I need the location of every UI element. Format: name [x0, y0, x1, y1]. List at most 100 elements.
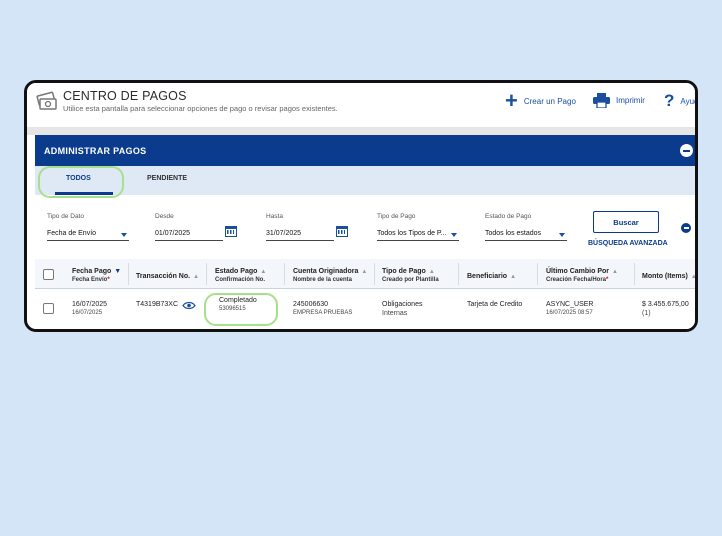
cell-fecha-pago-value: 16/07/2025: [72, 301, 108, 308]
calendar-icon[interactable]: [225, 226, 237, 237]
filter-tipo-pago-label: Tipo de Pago: [377, 213, 416, 220]
field-underline: [47, 240, 129, 241]
col-monto-label: Monto (Items): [642, 273, 688, 280]
cell-fecha-pago: 16/07/2025 16/07/2025: [72, 301, 107, 316]
sort-icon: ▲: [690, 274, 697, 280]
col-tipo-pago[interactable]: Tipo de Pago ▲ Creado por Plantilla: [382, 268, 439, 283]
print-button[interactable]: Imprimir: [593, 93, 645, 108]
manage-payments-panel: ADMINISTRAR PAGOS TODOS PENDIENTE Tipo d…: [35, 135, 697, 329]
column-divider: [634, 263, 635, 285]
field-underline: [266, 240, 334, 241]
col-cuenta[interactable]: Cuenta Originadora ▲ Nombre de la cuenta: [293, 268, 367, 283]
cell-beneficiario: Tarjeta de Credito: [467, 301, 523, 308]
cell-ultimo-cambio-value: ASYNC_USER: [546, 301, 594, 308]
filter-tipo-pago[interactable]: Tipo de Pago Todos los Tipos de P...: [377, 213, 459, 241]
help-icon: ?: [664, 91, 675, 110]
col-beneficiario[interactable]: Beneficiario ▲: [467, 273, 516, 280]
column-divider: [537, 263, 538, 285]
col-creacion-text: Creación Fecha/Hora: [546, 277, 607, 283]
col-cuenta-label: Cuenta Originadora: [293, 268, 359, 275]
cell-tipo-pago: Obligaciones Internas: [382, 301, 422, 317]
filter-desde-label: Desde: [155, 213, 174, 220]
create-payment-button[interactable]: + Crear un Pago: [505, 88, 576, 113]
filter-hasta-value: 31/07/2025: [266, 230, 302, 237]
sort-icon: ▲: [428, 269, 435, 275]
sort-icon: ▲: [612, 269, 618, 275]
panel-header: ADMINISTRAR PAGOS: [35, 135, 695, 166]
filter-tipo-dato[interactable]: Tipo de Dato Fecha de Envío: [47, 213, 129, 241]
col-fecha-pago[interactable]: Fecha Pago ▼ Fecha Envío*: [72, 268, 121, 283]
col-estado-pago[interactable]: Estado Pago ▲ Confirmación No.: [215, 268, 266, 283]
cell-nombre-cuenta-value: EMPRESA PRUEBAS: [293, 310, 353, 316]
col-confirmacion-label: Confirmación No.: [215, 277, 266, 283]
col-tipo-pago-label: Tipo de Pago: [382, 268, 426, 275]
collapse-filters-icon[interactable]: [681, 223, 691, 233]
advanced-search-link[interactable]: BÚSQUEDA AVANZADA: [588, 240, 668, 247]
calendar-icon[interactable]: [336, 226, 348, 237]
help-button[interactable]: ? Ayuda: [664, 91, 695, 110]
filter-estado-pago-label: Estado de Pago: [485, 213, 532, 220]
field-underline: [155, 240, 223, 241]
cell-monto-value: $ 3.455.675,00: [642, 301, 689, 308]
column-divider: [374, 263, 375, 285]
header-divider: [27, 127, 695, 135]
sort-icon: ▲: [510, 274, 517, 280]
column-divider: [128, 263, 129, 285]
table-row[interactable]: 16/07/2025 16/07/2025 T4319B73XC Complet…: [35, 289, 695, 329]
col-monto[interactable]: Monto (Items) ▲: [642, 273, 697, 280]
sort-icon: ▲: [193, 274, 200, 280]
filter-estado-pago-value: Todos los estados: [485, 230, 542, 237]
tab-pendiente[interactable]: PENDIENTE: [147, 175, 187, 182]
column-divider: [458, 263, 459, 285]
cell-creacion-value: 16/07/2025 08:57: [546, 310, 593, 316]
cell-cuenta: 245006630 EMPRESA PRUEBAS: [293, 301, 352, 316]
help-label: Ayuda: [680, 96, 695, 106]
cell-confirmacion-value: 53096515: [219, 306, 246, 312]
print-label: Imprimir: [616, 96, 645, 105]
page-subtitle: Utilice esta pantalla para seleccionar o…: [63, 104, 338, 113]
cell-estado-value: Completado: [219, 297, 257, 304]
filter-tipo-dato-value: Fecha de Envío: [47, 230, 97, 237]
tab-todos[interactable]: TODOS: [66, 175, 91, 182]
app-window: CENTRO DE PAGOS Utilice esta pantalla pa…: [24, 80, 698, 332]
tab-bar: TODOS PENDIENTE: [35, 166, 695, 195]
filter-bar: Tipo de Dato Fecha de Envío Desde 01/07/…: [35, 195, 695, 259]
collapse-panel-icon[interactable]: [680, 144, 693, 157]
column-divider: [206, 263, 207, 285]
chevron-down-icon: [559, 233, 565, 237]
filter-estado-pago[interactable]: Estado de Pago Todos los estados: [485, 213, 567, 241]
col-estado-pago-label: Estado Pago: [215, 268, 258, 275]
cell-monto: $ 3.455.675,00 (1): [642, 301, 689, 317]
cell-fecha-envio-value: 16/07/2025: [72, 310, 103, 316]
filter-desde-value: 01/07/2025: [155, 230, 191, 237]
col-creacion-label: Creación Fecha/Hora*: [546, 277, 618, 283]
payments-icon: [36, 91, 57, 110]
col-ultimo-cambio-label: Último Cambio Por: [546, 268, 610, 275]
col-fecha-envio-label: Fecha Envío*: [72, 277, 121, 283]
cell-tipo-pago-value-2: Internas: [382, 310, 408, 317]
cell-cuenta-value: 245006630: [293, 301, 329, 308]
eye-icon[interactable]: [182, 301, 196, 310]
sort-icon: ▲: [361, 269, 368, 275]
payments-table: Fecha Pago ▼ Fecha Envío* Transacción No.…: [35, 259, 697, 329]
col-ultimo-cambio[interactable]: Último Cambio Por ▲ Creación Fecha/Hora*: [546, 268, 618, 283]
chevron-down-icon: [121, 233, 127, 237]
cell-transaccion[interactable]: T4319B73XC: [136, 301, 178, 308]
top-header: CENTRO DE PAGOS Utilice esta pantalla pa…: [27, 83, 695, 127]
col-transaccion[interactable]: Transacción No. ▲: [136, 273, 199, 280]
chevron-down-icon: [451, 233, 457, 237]
panel-title: ADMINISTRAR PAGOS: [44, 146, 147, 156]
printer-icon: [593, 93, 610, 108]
table-header: Fecha Pago ▼ Fecha Envío* Transacción No.…: [35, 259, 697, 289]
col-fecha-pago-label: Fecha Pago: [72, 268, 112, 275]
select-all-checkbox[interactable]: [43, 269, 54, 280]
field-underline: [377, 240, 459, 241]
page-title: CENTRO DE PAGOS: [63, 89, 187, 103]
filter-hasta[interactable]: Hasta 31/07/2025: [266, 213, 348, 241]
cell-items-value: (1): [642, 310, 651, 317]
row-checkbox[interactable]: [43, 303, 54, 314]
plus-icon: +: [505, 88, 518, 113]
filter-desde[interactable]: Desde 01/07/2025: [155, 213, 237, 241]
column-divider: [284, 263, 285, 285]
search-button[interactable]: Buscar: [593, 211, 659, 233]
